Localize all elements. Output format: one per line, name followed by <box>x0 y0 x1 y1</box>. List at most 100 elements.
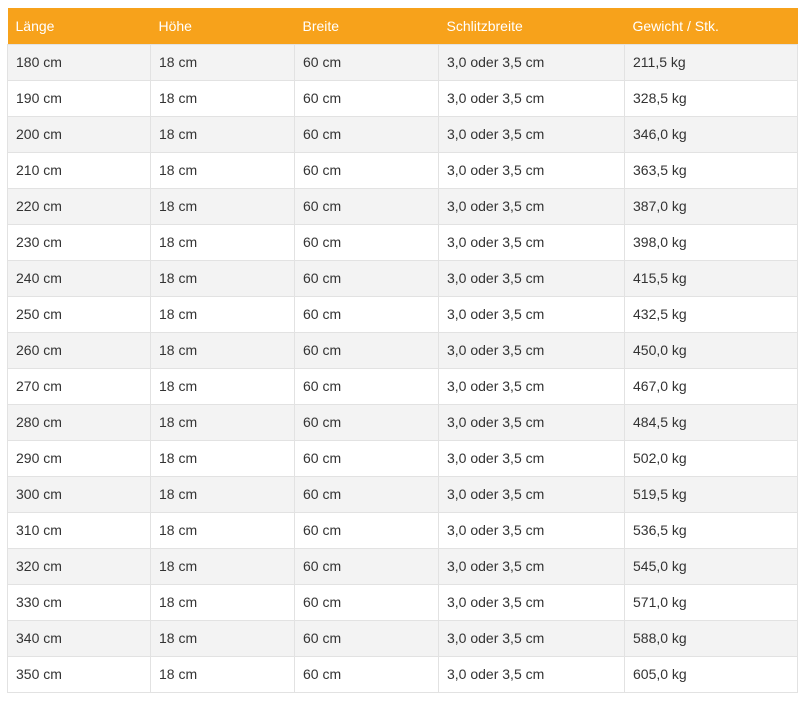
table-row: 310 cm 18 cm 60 cm 3,0 oder 3,5 cm 536,5 kg <box>7 511 798 549</box>
cell-schlitzbreite: 3,0 oder 3,5 cm <box>438 151 625 189</box>
cell-laenge: 320 cm <box>7 547 151 585</box>
cell-laenge: 290 cm <box>7 439 151 477</box>
cell-gewicht: 605,0 kg <box>624 655 798 693</box>
cell-hoehe: 18 cm <box>150 439 295 477</box>
cell-breite: 60 cm <box>294 619 439 657</box>
cell-breite: 60 cm <box>294 655 439 693</box>
header-laenge: Länge <box>7 8 151 44</box>
table-row: 260 cm 18 cm 60 cm 3,0 oder 3,5 cm 450,0 kg <box>7 331 798 369</box>
cell-laenge: 180 cm <box>7 43 151 81</box>
table-row: 300 cm 18 cm 60 cm 3,0 oder 3,5 cm 519,5 kg <box>7 475 798 513</box>
cell-breite: 60 cm <box>294 79 439 117</box>
table-row: 280 cm 18 cm 60 cm 3,0 oder 3,5 cm 484,5 kg <box>7 403 798 441</box>
cell-schlitzbreite: 3,0 oder 3,5 cm <box>438 223 625 261</box>
cell-schlitzbreite: 3,0 oder 3,5 cm <box>438 187 625 225</box>
cell-schlitzbreite: 3,0 oder 3,5 cm <box>438 655 625 693</box>
cell-gewicht: 211,5 kg <box>624 43 798 81</box>
cell-hoehe: 18 cm <box>150 259 295 297</box>
cell-laenge: 200 cm <box>7 115 151 153</box>
cell-gewicht: 467,0 kg <box>624 367 798 405</box>
cell-breite: 60 cm <box>294 439 439 477</box>
cell-schlitzbreite: 3,0 oder 3,5 cm <box>438 79 625 117</box>
header-breite: Breite <box>294 8 439 44</box>
cell-hoehe: 18 cm <box>150 655 295 693</box>
table-row: 340 cm 18 cm 60 cm 3,0 oder 3,5 cm 588,0 kg <box>7 619 798 657</box>
cell-gewicht: 363,5 kg <box>624 151 798 189</box>
cell-breite: 60 cm <box>294 403 439 441</box>
cell-hoehe: 18 cm <box>150 511 295 549</box>
table-row: 240 cm 18 cm 60 cm 3,0 oder 3,5 cm 415,5 kg <box>7 259 798 297</box>
cell-gewicht: 398,0 kg <box>624 223 798 261</box>
cell-schlitzbreite: 3,0 oder 3,5 cm <box>438 583 625 621</box>
header-row: Länge Höhe Breite Schlitzbreite Gewicht … <box>7 8 798 44</box>
cell-laenge: 280 cm <box>7 403 151 441</box>
table-row: 290 cm 18 cm 60 cm 3,0 oder 3,5 cm 502,0 kg <box>7 439 798 477</box>
cell-schlitzbreite: 3,0 oder 3,5 cm <box>438 331 625 369</box>
cell-hoehe: 18 cm <box>150 619 295 657</box>
header-hoehe: Höhe <box>150 8 295 44</box>
cell-laenge: 350 cm <box>7 655 151 693</box>
cell-hoehe: 18 cm <box>150 115 295 153</box>
header-schlitzbreite: Schlitzbreite <box>438 8 625 44</box>
cell-schlitzbreite: 3,0 oder 3,5 cm <box>438 619 625 657</box>
table-row: 230 cm 18 cm 60 cm 3,0 oder 3,5 cm 398,0 kg <box>7 223 798 261</box>
cell-breite: 60 cm <box>294 331 439 369</box>
table-row: 330 cm 18 cm 60 cm 3,0 oder 3,5 cm 571,0 kg <box>7 583 798 621</box>
cell-breite: 60 cm <box>294 295 439 333</box>
cell-laenge: 340 cm <box>7 619 151 657</box>
table-row: 220 cm 18 cm 60 cm 3,0 oder 3,5 cm 387,0 kg <box>7 187 798 225</box>
cell-breite: 60 cm <box>294 547 439 585</box>
cell-gewicht: 519,5 kg <box>624 475 798 513</box>
cell-hoehe: 18 cm <box>150 475 295 513</box>
cell-gewicht: 545,0 kg <box>624 547 798 585</box>
table-header: Länge Höhe Breite Schlitzbreite Gewicht … <box>7 8 798 44</box>
spec-table-container: Länge Höhe Breite Schlitzbreite Gewicht … <box>7 8 798 693</box>
cell-laenge: 250 cm <box>7 295 151 333</box>
cell-gewicht: 536,5 kg <box>624 511 798 549</box>
cell-schlitzbreite: 3,0 oder 3,5 cm <box>438 475 625 513</box>
cell-gewicht: 588,0 kg <box>624 619 798 657</box>
cell-hoehe: 18 cm <box>150 583 295 621</box>
cell-schlitzbreite: 3,0 oder 3,5 cm <box>438 259 625 297</box>
cell-gewicht: 432,5 kg <box>624 295 798 333</box>
cell-laenge: 270 cm <box>7 367 151 405</box>
cell-breite: 60 cm <box>294 151 439 189</box>
cell-breite: 60 cm <box>294 115 439 153</box>
cell-breite: 60 cm <box>294 367 439 405</box>
cell-gewicht: 450,0 kg <box>624 331 798 369</box>
cell-hoehe: 18 cm <box>150 79 295 117</box>
cell-hoehe: 18 cm <box>150 295 295 333</box>
cell-laenge: 190 cm <box>7 79 151 117</box>
cell-breite: 60 cm <box>294 223 439 261</box>
cell-schlitzbreite: 3,0 oder 3,5 cm <box>438 547 625 585</box>
cell-gewicht: 387,0 kg <box>624 187 798 225</box>
cell-laenge: 260 cm <box>7 331 151 369</box>
table-row: 190 cm 18 cm 60 cm 3,0 oder 3,5 cm 328,5 kg <box>7 79 798 117</box>
table-row: 270 cm 18 cm 60 cm 3,0 oder 3,5 cm 467,0 kg <box>7 367 798 405</box>
table-row: 210 cm 18 cm 60 cm 3,0 oder 3,5 cm 363,5 kg <box>7 151 798 189</box>
cell-schlitzbreite: 3,0 oder 3,5 cm <box>438 511 625 549</box>
cell-breite: 60 cm <box>294 583 439 621</box>
cell-laenge: 210 cm <box>7 151 151 189</box>
cell-laenge: 330 cm <box>7 583 151 621</box>
cell-laenge: 310 cm <box>7 511 151 549</box>
cell-laenge: 300 cm <box>7 475 151 513</box>
cell-hoehe: 18 cm <box>150 367 295 405</box>
table-body: 180 cm 18 cm 60 cm 3,0 oder 3,5 cm 211,5 kg 1… <box>7 43 798 693</box>
spec-table: Länge Höhe Breite Schlitzbreite Gewicht … <box>7 8 798 693</box>
cell-laenge: 240 cm <box>7 259 151 297</box>
cell-breite: 60 cm <box>294 475 439 513</box>
cell-breite: 60 cm <box>294 511 439 549</box>
cell-breite: 60 cm <box>294 187 439 225</box>
cell-gewicht: 415,5 kg <box>624 259 798 297</box>
cell-hoehe: 18 cm <box>150 547 295 585</box>
cell-hoehe: 18 cm <box>150 331 295 369</box>
cell-laenge: 230 cm <box>7 223 151 261</box>
cell-hoehe: 18 cm <box>150 223 295 261</box>
cell-breite: 60 cm <box>294 259 439 297</box>
cell-schlitzbreite: 3,0 oder 3,5 cm <box>438 439 625 477</box>
cell-hoehe: 18 cm <box>150 187 295 225</box>
cell-schlitzbreite: 3,0 oder 3,5 cm <box>438 115 625 153</box>
table-row: 350 cm 18 cm 60 cm 3,0 oder 3,5 cm 605,0 kg <box>7 655 798 693</box>
cell-gewicht: 484,5 kg <box>624 403 798 441</box>
